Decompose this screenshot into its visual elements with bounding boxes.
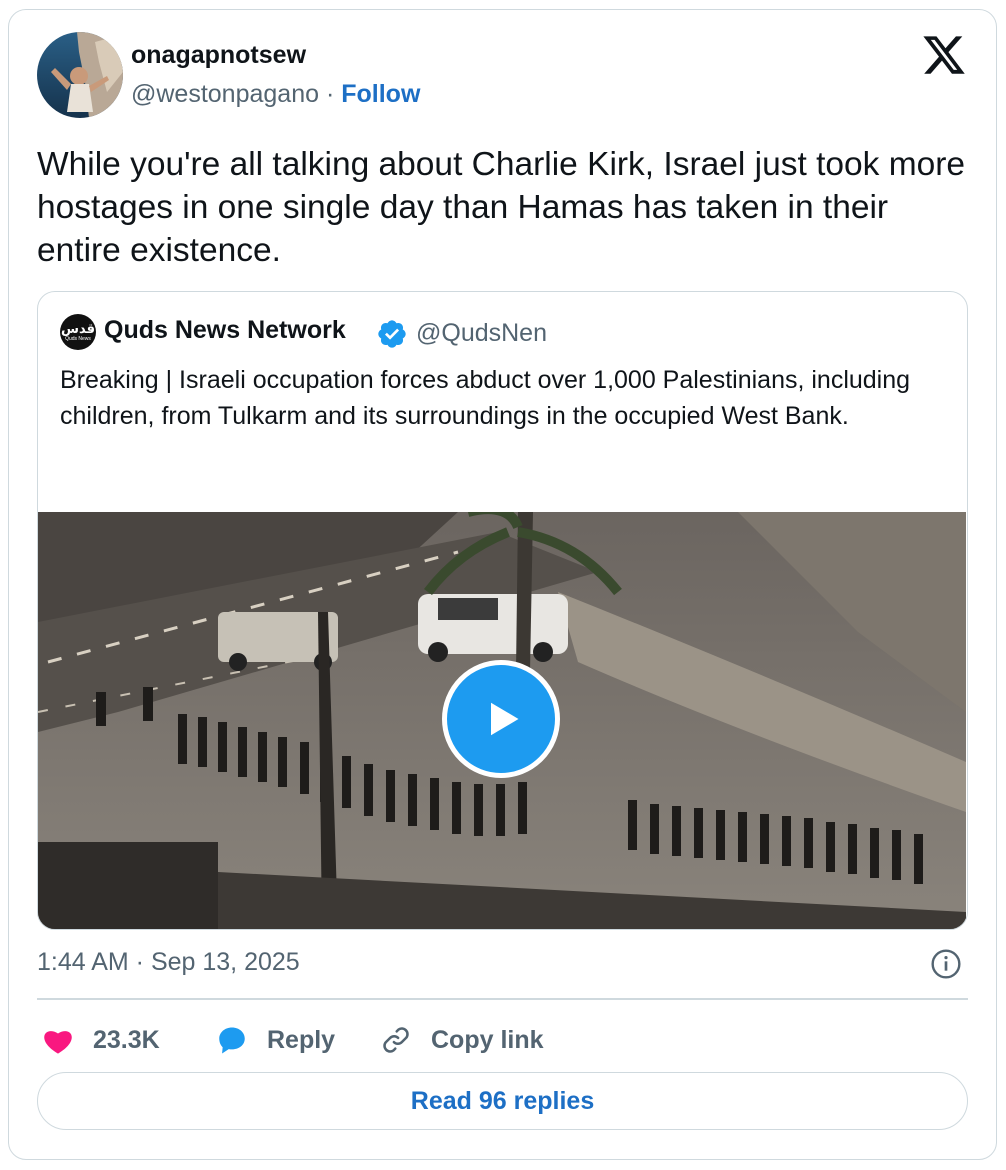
x-logo-icon[interactable]: [921, 32, 967, 78]
info-icon[interactable]: [930, 948, 962, 980]
verified-badge-icon: [376, 318, 408, 350]
follow-button[interactable]: Follow: [341, 80, 420, 108]
tweet-timestamp[interactable]: 1:44 AM · Sep 13, 2025: [37, 948, 300, 977]
play-icon: [491, 702, 519, 736]
quoted-handle[interactable]: @QudsNen: [416, 319, 547, 348]
heart-icon: [44, 1031, 72, 1054]
copy-link-label: Copy link: [431, 1025, 544, 1054]
quoted-avatar-english: Quds News: [65, 335, 91, 342]
tweet-text: While you're all talking about Charlie K…: [37, 146, 966, 269]
author-avatar[interactable]: [37, 32, 123, 118]
quoted-display-name[interactable]: Quds News Network: [104, 316, 346, 345]
video-thumbnail[interactable]: [38, 512, 966, 929]
reply-label: Reply: [267, 1025, 336, 1054]
reply-button[interactable]: Reply: [215, 1020, 335, 1060]
like-count: 23.3K: [93, 1025, 160, 1054]
quoted-avatar[interactable]: قدس Quds News: [60, 314, 96, 350]
read-replies-button[interactable]: Read 96 replies: [37, 1072, 968, 1130]
play-button[interactable]: [442, 660, 560, 778]
copy-link-button[interactable]: Copy link: [379, 1020, 544, 1060]
link-icon: [383, 1027, 409, 1053]
tweet-card: onagapnotsew @westonpagano · Follow Whil…: [8, 9, 997, 1160]
quoted-tweet[interactable]: قدس Quds News Quds News Network @QudsNen…: [37, 291, 968, 930]
like-button[interactable]: 23.3K: [41, 1020, 160, 1060]
speech-bubble-icon: [219, 1027, 245, 1054]
quoted-text: Breaking | Israeli occupation forces abd…: [60, 366, 911, 430]
divider: [37, 998, 968, 1000]
author-handle-row: @westonpagano · Follow: [131, 80, 420, 109]
author-display-name[interactable]: onagapnotsew: [131, 41, 306, 70]
separator-dot: ·: [325, 80, 335, 108]
author-handle[interactable]: @westonpagano: [131, 80, 319, 108]
quoted-avatar-arabic: قدس: [61, 321, 95, 337]
